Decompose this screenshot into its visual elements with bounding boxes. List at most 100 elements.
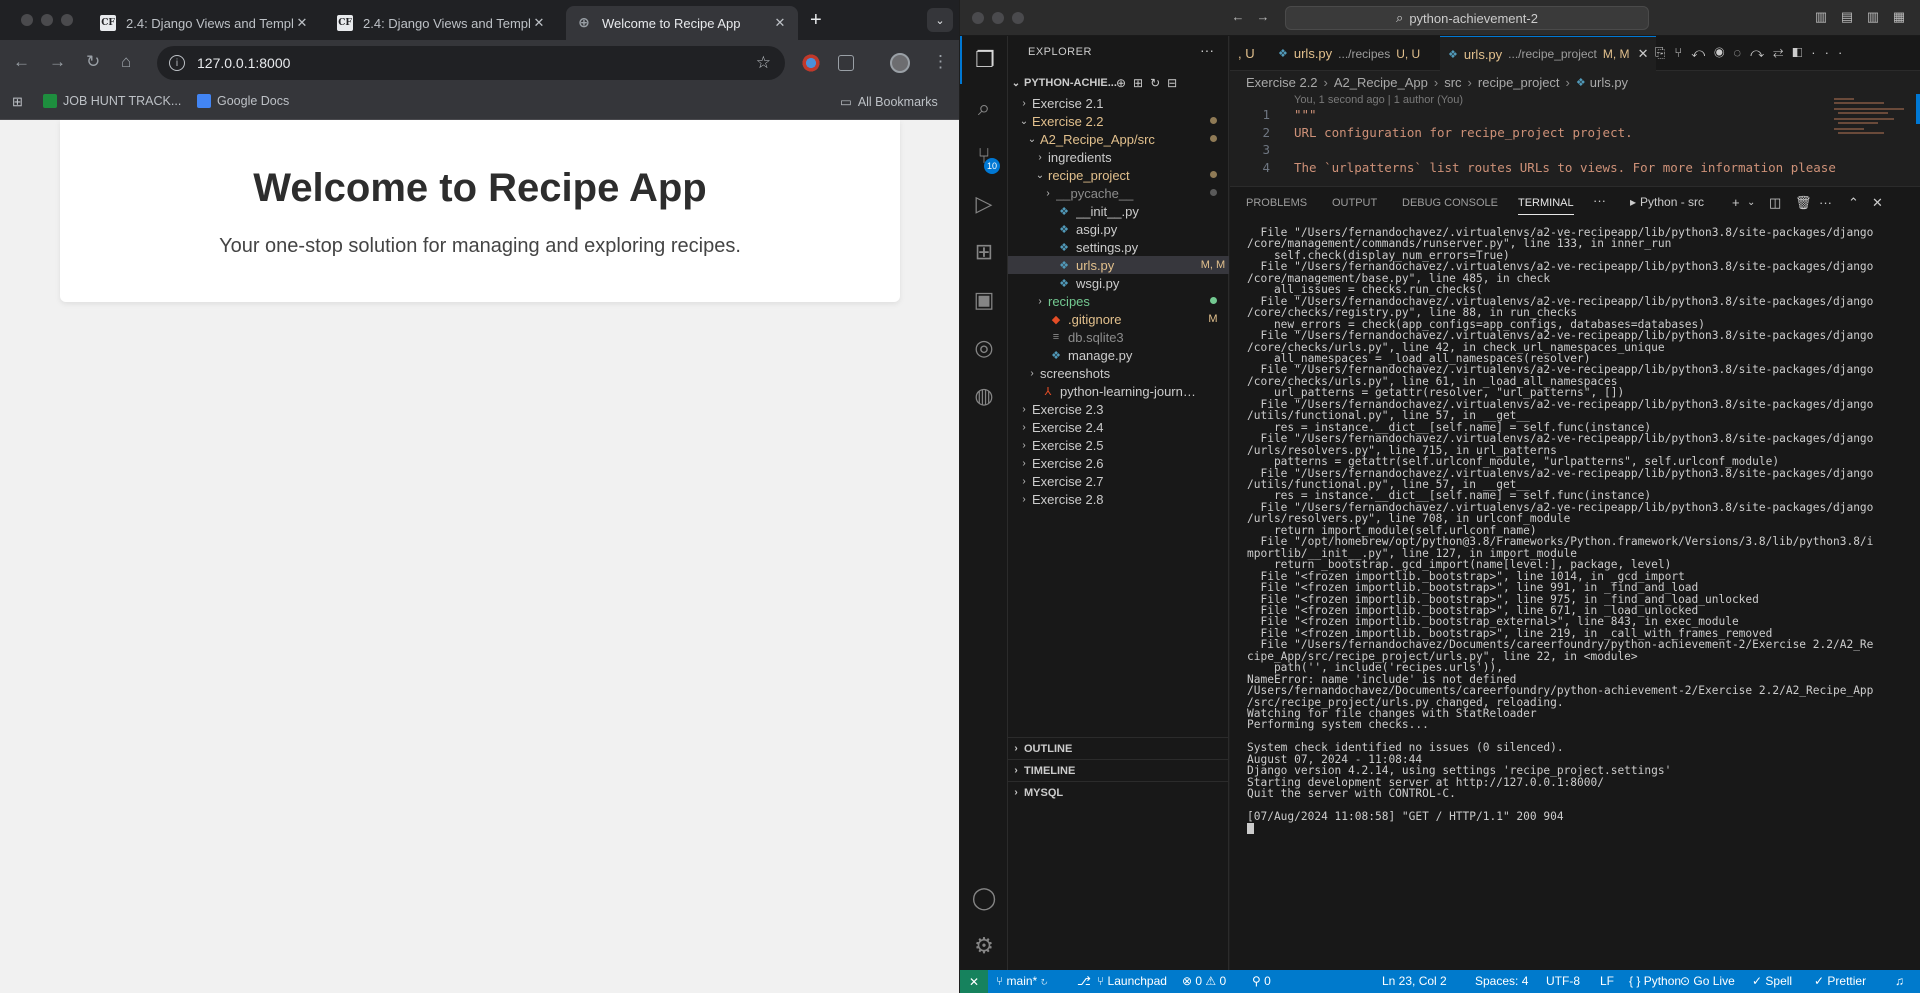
tree-item[interactable]: › __pycache__ bbox=[1008, 184, 1229, 202]
tree-item[interactable]: ❖ manage.py bbox=[1008, 346, 1229, 364]
forward-arrow-icon[interactable]: → bbox=[49, 52, 66, 72]
url-text[interactable]: 127.0.0.1:8000 bbox=[197, 55, 756, 71]
address-bar[interactable]: i 127.0.0.1:8000 ☆ bbox=[157, 46, 785, 80]
back-arrow-icon[interactable]: ← bbox=[13, 52, 30, 72]
tree-item[interactable]: › Exercise 2.3 bbox=[1008, 400, 1229, 418]
home-icon[interactable]: ⌂ bbox=[121, 52, 131, 72]
tree-item[interactable]: ❖ settings.py bbox=[1008, 238, 1229, 256]
tree-item[interactable]: ⌄ recipe_project bbox=[1008, 166, 1229, 184]
close-tab-icon[interactable]: ✕ bbox=[772, 15, 788, 31]
window-minimize-button[interactable] bbox=[41, 14, 53, 26]
bookmark-star-icon[interactable]: ☆ bbox=[756, 53, 771, 73]
window-zoom-button[interactable] bbox=[1012, 12, 1024, 24]
close-panel-icon[interactable]: ✕ bbox=[1872, 195, 1883, 211]
minimap[interactable] bbox=[1830, 94, 1920, 184]
toggle-panel-icon[interactable]: ▤ bbox=[1839, 9, 1855, 25]
tree-item[interactable]: ⅄ python-learning-journal-2.2... bbox=[1008, 382, 1229, 400]
chrome-menu-icon[interactable]: ⋮ bbox=[932, 52, 949, 72]
editor-actions-icon[interactable]: ⎘⑂↶◉◌↷⇄◧··· bbox=[1655, 45, 1851, 61]
toggle-primary-sidebar-icon[interactable]: ▥ bbox=[1813, 9, 1829, 25]
code-editor[interactable]: 1 """ 2 URL configuration for recipe_pro… bbox=[1230, 106, 1835, 186]
all-bookmarks-button[interactable]: ▭ All Bookmarks bbox=[840, 94, 938, 110]
more-actions-icon[interactable]: ··· bbox=[1200, 42, 1214, 58]
notifications-bell-icon[interactable]: ♫ bbox=[1895, 974, 1904, 988]
editor-tab[interactable]: , U bbox=[1230, 36, 1263, 71]
new-terminal-icon[interactable]: + bbox=[1732, 195, 1740, 210]
more-actions-icon[interactable]: ··· bbox=[1819, 195, 1832, 210]
gitlens-icon[interactable]: ◎ bbox=[960, 324, 1008, 372]
browser-tab[interactable]: CF 2.4: Django Views and Templa ✕ bbox=[90, 6, 320, 40]
tree-item[interactable]: › Exercise 2.5 bbox=[1008, 436, 1229, 454]
command-center-search[interactable]: ⌕ python-achievement-2 bbox=[1285, 6, 1649, 30]
tree-item[interactable]: › Exercise 2.6 bbox=[1008, 454, 1229, 472]
profile-avatar[interactable] bbox=[890, 53, 910, 73]
tree-item[interactable]: ❖ wsgi.py bbox=[1008, 274, 1229, 292]
remote-indicator-icon[interactable]: ✕ bbox=[960, 970, 988, 993]
window-zoom-button[interactable] bbox=[61, 14, 73, 26]
trash-icon[interactable]: 🗑 bbox=[1795, 195, 1812, 211]
terminal-selector[interactable]: ▸ Python - src bbox=[1630, 195, 1704, 209]
search-icon[interactable]: ⌕ bbox=[960, 84, 1008, 132]
outline-section[interactable]: › OUTLINE bbox=[1008, 737, 1229, 759]
browser-tab[interactable]: CF 2.4: Django Views and Templa ✕ bbox=[327, 6, 557, 40]
cursor-position[interactable]: Ln 23, Col 2 bbox=[1382, 974, 1447, 988]
docker-icon[interactable]: ▣ bbox=[960, 276, 1008, 324]
back-arrow-icon[interactable]: ← bbox=[1230, 9, 1246, 25]
tree-item[interactable]: › screenshots bbox=[1008, 364, 1229, 382]
tree-item[interactable]: › recipes bbox=[1008, 292, 1229, 310]
breadcrumb-item[interactable]: urls.py bbox=[1590, 75, 1628, 90]
close-tab-icon[interactable]: ✕ bbox=[294, 15, 310, 31]
tab-problems[interactable]: PROBLEMS bbox=[1246, 197, 1307, 209]
tree-item[interactable]: › Exercise 2.1 bbox=[1008, 94, 1229, 112]
workspace-root[interactable]: ⌄ PYTHON-ACHIE... ⊕⊞↻⊟ bbox=[1008, 72, 1229, 94]
tree-item[interactable]: › ingredients bbox=[1008, 148, 1229, 166]
forward-arrow-icon[interactable]: → bbox=[1255, 9, 1271, 25]
tree-item[interactable]: ◆ .gitignore M bbox=[1008, 310, 1229, 328]
tree-item[interactable]: ❖ __init__.py bbox=[1008, 202, 1229, 220]
spell-checker-button[interactable]: ✓ Spell bbox=[1752, 974, 1792, 988]
tree-item[interactable]: › Exercise 2.8 bbox=[1008, 490, 1229, 508]
tree-item[interactable]: › Exercise 2.7 bbox=[1008, 472, 1229, 490]
chevron-down-icon[interactable]: ⌄ bbox=[1747, 197, 1755, 208]
close-icon[interactable]: ✕ bbox=[1638, 46, 1649, 62]
breadcrumb-item[interactable]: recipe_project bbox=[1478, 75, 1560, 90]
prettier-button[interactable]: ✓ Prettier bbox=[1814, 974, 1866, 988]
eol-indicator[interactable]: LF bbox=[1600, 974, 1614, 988]
tree-item[interactable]: › Exercise 2.4 bbox=[1008, 418, 1229, 436]
tab-terminal[interactable]: TERMINAL bbox=[1518, 197, 1574, 215]
terminal-output[interactable]: File "/Users/fernandochavez/.virtualenvs… bbox=[1247, 227, 1917, 967]
tab-output[interactable]: OUTPUT bbox=[1332, 197, 1377, 209]
go-live-button[interactable]: ⊙ Go Live bbox=[1680, 974, 1735, 988]
explorer-actions-icon[interactable]: ⊕⊞↻⊟ bbox=[1116, 76, 1184, 90]
timeline-section[interactable]: › TIMELINE bbox=[1008, 759, 1229, 781]
tree-item[interactable]: ⌄ Exercise 2.2 bbox=[1008, 112, 1229, 130]
more-actions-icon[interactable]: ··· bbox=[1593, 193, 1606, 208]
tree-item[interactable]: ≡ db.sqlite3 bbox=[1008, 328, 1229, 346]
new-tab-button[interactable]: + bbox=[810, 9, 822, 32]
close-tab-icon[interactable]: ✕ bbox=[531, 15, 547, 31]
bookmark-google-docs[interactable]: Google Docs bbox=[197, 94, 289, 108]
tab-debug-console[interactable]: DEBUG CONSOLE bbox=[1402, 197, 1498, 209]
split-terminal-icon[interactable]: ◫ bbox=[1769, 195, 1781, 211]
apps-grid-icon[interactable]: ⊞ bbox=[12, 94, 23, 110]
extensions-puzzle-icon[interactable] bbox=[838, 55, 854, 71]
extensions-icon[interactable]: ⊞ bbox=[960, 228, 1008, 276]
reload-icon[interactable]: ↻ bbox=[86, 52, 100, 72]
editor-tab-active[interactable]: ❖ urls.py .../recipe_project M, M ✕ bbox=[1440, 36, 1657, 71]
toggle-secondary-sidebar-icon[interactable]: ▥ bbox=[1865, 9, 1881, 25]
breadcrumb-item[interactable]: A2_Recipe_App bbox=[1334, 75, 1428, 90]
gear-icon[interactable]: ⚙ bbox=[960, 922, 1008, 970]
run-debug-icon[interactable]: ▷ bbox=[960, 180, 1008, 228]
accounts-icon[interactable]: ◯ bbox=[960, 874, 1008, 922]
breadcrumb-item[interactable]: Exercise 2.2 bbox=[1246, 75, 1318, 90]
explorer-files-icon[interactable]: ❐ bbox=[960, 36, 1008, 84]
customize-layout-icon[interactable]: ▦ bbox=[1891, 9, 1907, 25]
launchpad-button[interactable]: ⑂ Launchpad bbox=[1097, 974, 1167, 988]
tree-item[interactable]: ❖ asgi.py bbox=[1008, 220, 1229, 238]
source-control-icon[interactable]: ⑂ 10 bbox=[960, 132, 1008, 180]
tree-item[interactable]: ⌄ A2_Recipe_App/src bbox=[1008, 130, 1229, 148]
language-mode-button[interactable]: { } Python bbox=[1629, 974, 1681, 988]
problems-indicator[interactable]: ⊗ 0 ⚠ 0 bbox=[1182, 974, 1226, 988]
branch-indicator[interactable]: ⑂ main* ↻ bbox=[996, 974, 1048, 988]
git-blame-lens[interactable]: You, 1 second ago | 1 author (You) bbox=[1294, 94, 1463, 106]
